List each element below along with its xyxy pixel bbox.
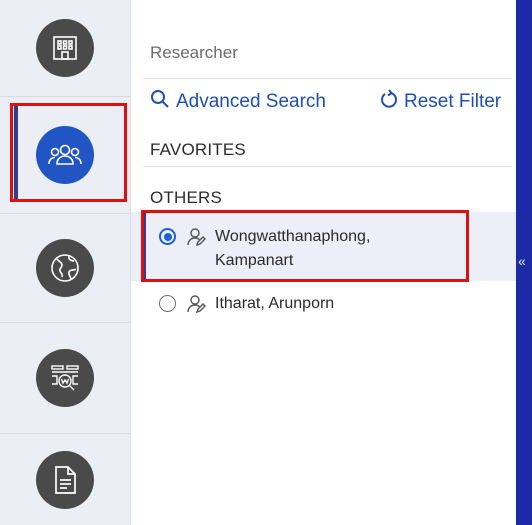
nav-highlight-box	[10, 103, 127, 202]
reset-filter-label: Reset Filter	[404, 91, 502, 112]
person-icon	[186, 294, 206, 319]
selection-highlight-box	[141, 210, 469, 282]
web-search-icon	[36, 349, 94, 407]
radio-button[interactable]	[159, 295, 176, 312]
globe-icon	[36, 239, 94, 297]
nav-item-documents[interactable]	[0, 434, 130, 525]
side-nav-rail	[0, 0, 131, 525]
refresh-icon	[380, 89, 398, 115]
expand-chevron-icon[interactable]: «	[518, 253, 526, 269]
filter-actions: Advanced Search Reset Filter	[150, 89, 516, 117]
divider	[143, 78, 512, 79]
building-icon	[36, 19, 94, 77]
researcher-name-line1: Itharat, Arunporn	[215, 295, 335, 312]
nav-item-web-search[interactable]	[0, 323, 130, 433]
others-heading: OTHERS	[150, 188, 223, 207]
divider	[143, 166, 512, 167]
researcher-option-itharat[interactable]: Itharat, Arunporn	[131, 283, 516, 323]
reset-filter-button[interactable]: Reset Filter	[380, 89, 501, 115]
favorites-heading: FAVORITES	[150, 140, 246, 159]
nav-item-countries[interactable]	[0, 214, 130, 322]
advanced-search-button[interactable]: Advanced Search	[150, 89, 326, 115]
document-icon	[36, 450, 94, 509]
panel-title: Researcher	[150, 43, 238, 62]
search-icon	[150, 89, 170, 115]
nav-item-organizations[interactable]	[0, 0, 130, 96]
advanced-search-label: Advanced Search	[176, 91, 326, 112]
